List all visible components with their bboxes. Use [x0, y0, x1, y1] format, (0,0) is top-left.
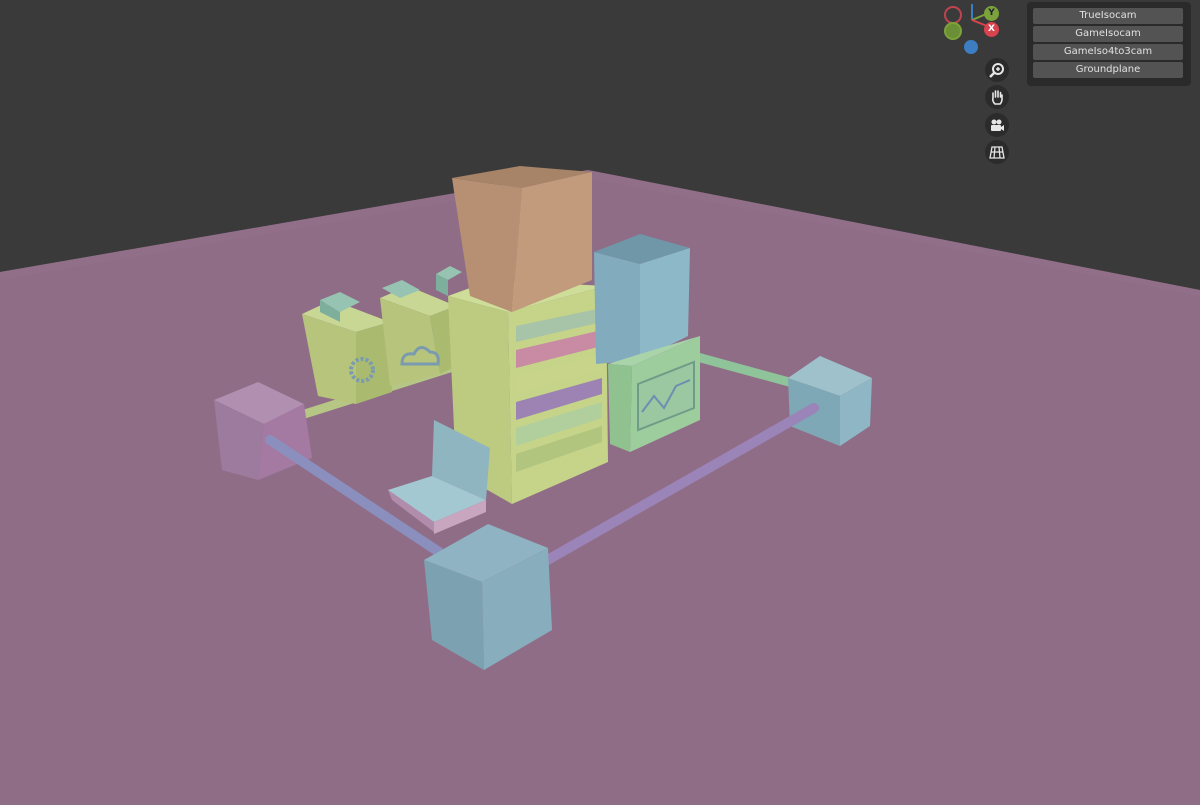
camera-panel: TrueIsocam GameIsocam GameIso4to3cam Gro…	[1027, 2, 1191, 86]
axis-gizmo[interactable]: Y X	[940, 2, 1004, 58]
axis-x-ball[interactable]: X	[984, 22, 999, 37]
scene-canvas[interactable]	[0, 0, 1200, 805]
game-iso-4to3cam-button[interactable]: GameIso4to3cam	[1033, 44, 1183, 60]
pan-button[interactable]	[985, 85, 1009, 109]
pan-hand-icon	[991, 90, 1003, 105]
axis-neg-y-ball[interactable]	[944, 22, 962, 40]
camera-view-button[interactable]	[985, 113, 1009, 137]
game-isocam-button[interactable]: GameIsocam	[1033, 26, 1183, 42]
zoom-icon	[989, 63, 1004, 78]
axis-neg-z-ball[interactable]	[964, 40, 978, 54]
3d-viewport[interactable]: Y X TrueIsocam GameIsocam GameIso4to3cam…	[0, 0, 1200, 805]
groundplane-button[interactable]: Groundplane	[1033, 62, 1183, 78]
axis-y-ball[interactable]: Y	[984, 6, 999, 21]
grid-icon	[989, 146, 1005, 159]
true-isocam-button[interactable]: TrueIsocam	[1033, 8, 1183, 24]
camera-icon	[991, 119, 1004, 131]
zoom-button[interactable]	[985, 58, 1009, 82]
ortho-toggle-button[interactable]	[985, 140, 1009, 164]
